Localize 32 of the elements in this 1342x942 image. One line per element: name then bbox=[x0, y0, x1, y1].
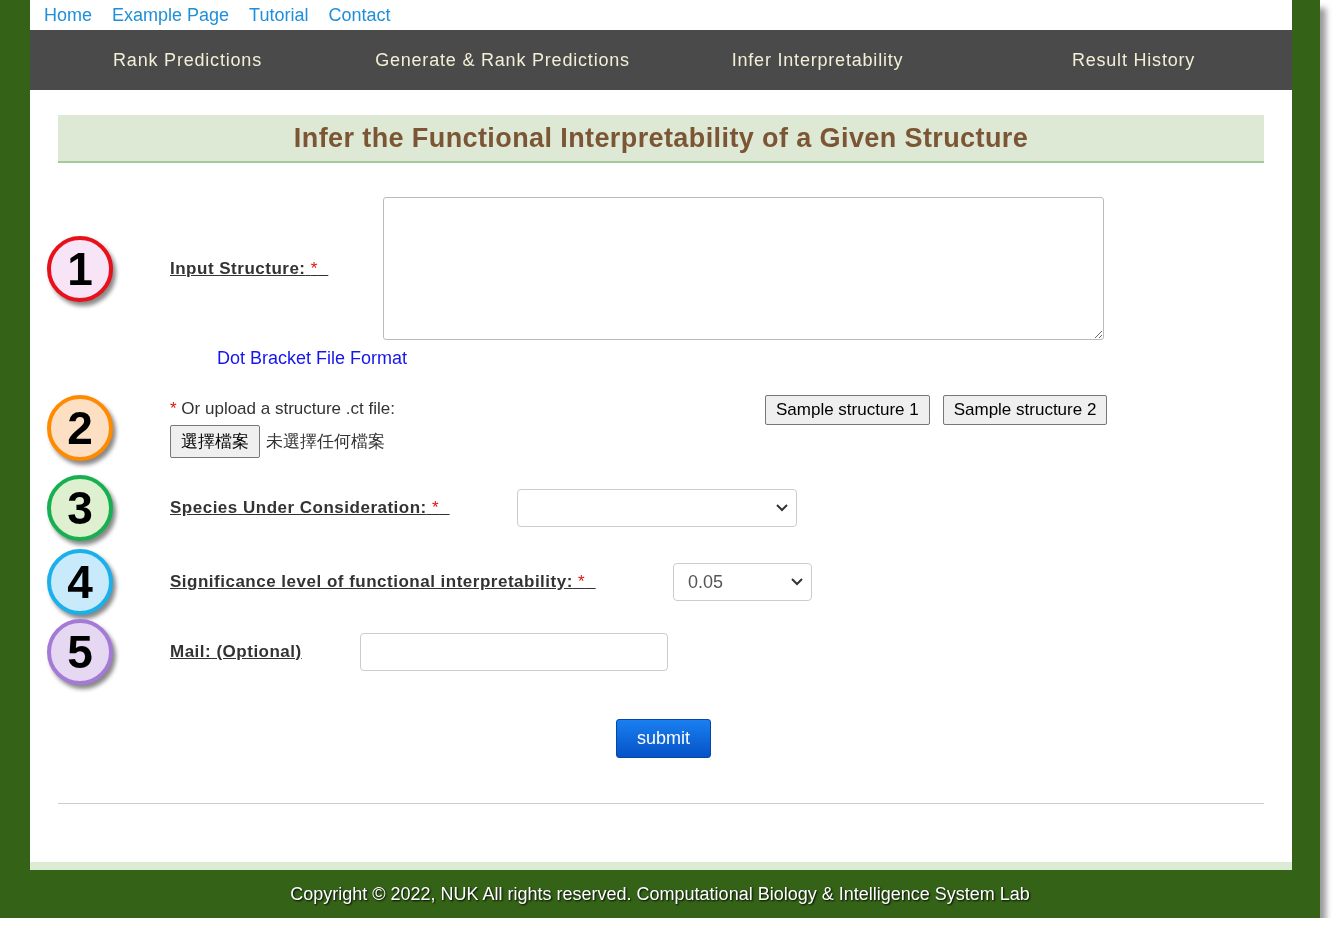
nav-item[interactable]: Infer Interpretability bbox=[731, 49, 904, 71]
sample-structure-button[interactable]: Sample structure 1 bbox=[765, 394, 930, 425]
step-number-marker: 2 bbox=[47, 395, 113, 461]
caret-icon bbox=[776, 504, 788, 512]
upload-label: * Or upload a structure .ct file: bbox=[170, 398, 396, 419]
nav-item[interactable]: Result History bbox=[1071, 49, 1196, 71]
step-number-marker: 3 bbox=[47, 475, 113, 541]
format-link[interactable]: Dot Bracket File Format bbox=[217, 348, 1292, 369]
footer-text: Copyright © 2022, NUK All rights reserved. Computational Biology & Intelligence System Lab bbox=[289, 882, 1031, 906]
sample-structure-button[interactable]: Sample structure 2 bbox=[942, 394, 1108, 425]
mail-input-field[interactable] bbox=[360, 633, 668, 671]
structure-input-field[interactable] bbox=[383, 197, 1104, 340]
top-link[interactable]: Example Page bbox=[112, 4, 230, 26]
field-label: Species Under Consideration: * bbox=[170, 498, 441, 518]
step-number-marker: 4 bbox=[47, 549, 113, 615]
species-select[interactable] bbox=[517, 489, 797, 527]
caret-icon bbox=[791, 578, 803, 586]
step-number-marker: 1 bbox=[47, 235, 113, 302]
significance-select[interactable]: 0.05 bbox=[673, 563, 812, 601]
field-label: Mail: (Optional) bbox=[170, 642, 303, 662]
page-heading: Infer the Functional Interpretability of a Given Structure bbox=[58, 115, 1264, 163]
choose-file-button[interactable]: 選擇檔案 bbox=[170, 424, 260, 458]
field-label: Significance level of functional interpretability: * bbox=[170, 572, 587, 592]
submit-button[interactable]: submit bbox=[616, 719, 711, 758]
top-link[interactable]: Contact bbox=[328, 4, 391, 26]
top-link[interactable]: Home bbox=[44, 4, 92, 26]
top-link[interactable]: Tutorial bbox=[249, 4, 309, 26]
field-label: Input Structure: * bbox=[170, 258, 319, 279]
nav-item[interactable]: Generate & Rank Predictions bbox=[375, 49, 630, 71]
file-status: 未選擇任何檔案 bbox=[266, 430, 385, 453]
nav-item[interactable]: Rank Predictions bbox=[113, 49, 262, 71]
step-number-marker: 5 bbox=[47, 619, 113, 685]
